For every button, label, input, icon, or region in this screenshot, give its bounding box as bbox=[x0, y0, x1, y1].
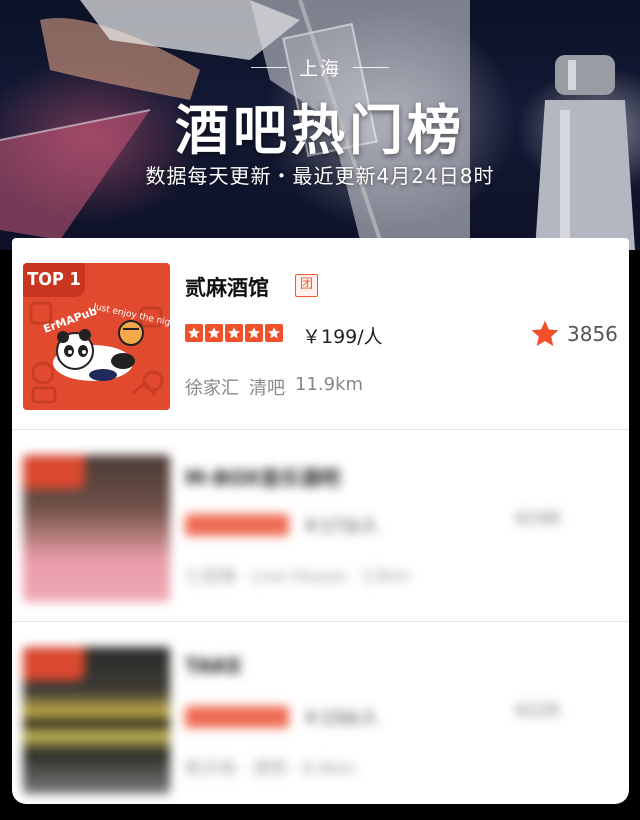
rating-stars bbox=[185, 514, 289, 536]
rank-badge bbox=[23, 647, 85, 681]
star-icon bbox=[185, 324, 203, 342]
average-price: ￥173/人 bbox=[302, 516, 379, 537]
average-price: ￥199/人 bbox=[302, 326, 383, 348]
venue-thumbnail[interactable] bbox=[23, 647, 170, 794]
venue-distance: 11.9km bbox=[295, 374, 364, 395]
blurred-content: M-BOX音乐酒吧 ￥173/人 4248 七宝镇 · Live House ·… bbox=[12, 430, 629, 622]
star-icon bbox=[225, 324, 243, 342]
list-item[interactable]: M-BOX音乐酒吧 ￥173/人 4248 七宝镇 · Live House ·… bbox=[12, 430, 629, 622]
venue-name[interactable]: 贰麻酒馆 bbox=[185, 272, 269, 302]
average-price: ￥150/人 bbox=[302, 708, 379, 729]
star-icon bbox=[245, 324, 263, 342]
rating-stars bbox=[185, 706, 289, 728]
venue-meta: 新天地 · 清吧 · 8.6km bbox=[185, 759, 356, 779]
venue-thumbnail[interactable] bbox=[23, 455, 170, 602]
city-divider-left bbox=[250, 67, 287, 68]
list-item[interactable]: TAKE ￥150/人 4226 新天地 · 清吧 · 8.6km bbox=[12, 622, 629, 804]
venue-district: 徐家汇 bbox=[185, 378, 239, 399]
rank-badge: TOP 1 bbox=[23, 263, 85, 297]
venue-meta: 徐家汇 清吧 11.9km bbox=[185, 374, 363, 400]
group-buy-badge: 团 bbox=[295, 274, 318, 297]
hero-banner: 上海 酒吧热门榜 数据每天更新・最近更新4月24日8时 bbox=[0, 0, 640, 250]
favorite-count-value: 3856 bbox=[567, 322, 618, 346]
page-title: 酒吧热门榜 bbox=[175, 99, 465, 162]
venue-category: 清吧 bbox=[249, 378, 285, 399]
favorite-count[interactable]: 3856 bbox=[529, 318, 618, 350]
update-info: 数据每天更新・最近更新4月24日8时 bbox=[145, 164, 495, 188]
venue-meta: 七宝镇 · Live House · 13km bbox=[185, 567, 410, 587]
city-divider-right bbox=[353, 67, 389, 68]
venue-name[interactable]: M-BOX音乐酒吧 bbox=[185, 462, 340, 491]
star-icon bbox=[265, 324, 283, 342]
venue-thumbnail[interactable]: ErMAPub Just enjoy the night TOP 1 bbox=[23, 263, 170, 410]
favorite-star-icon bbox=[531, 320, 559, 346]
venue-name[interactable]: TAKE bbox=[185, 654, 242, 678]
favorite-count[interactable]: 4226 bbox=[514, 700, 560, 721]
rating-stars bbox=[185, 324, 283, 342]
city-label[interactable]: 上海 bbox=[299, 54, 341, 81]
favorite-count[interactable]: 4248 bbox=[514, 508, 560, 529]
list-item[interactable]: ErMAPub Just enjoy the night TOP 1 贰麻酒馆 … bbox=[12, 238, 629, 430]
blurred-content: TAKE ￥150/人 4226 新天地 · 清吧 · 8.6km bbox=[12, 622, 629, 804]
star-icon bbox=[205, 324, 223, 342]
rank-badge bbox=[23, 455, 85, 489]
ranking-list: ErMAPub Just enjoy the night TOP 1 贰麻酒馆 … bbox=[12, 238, 629, 804]
